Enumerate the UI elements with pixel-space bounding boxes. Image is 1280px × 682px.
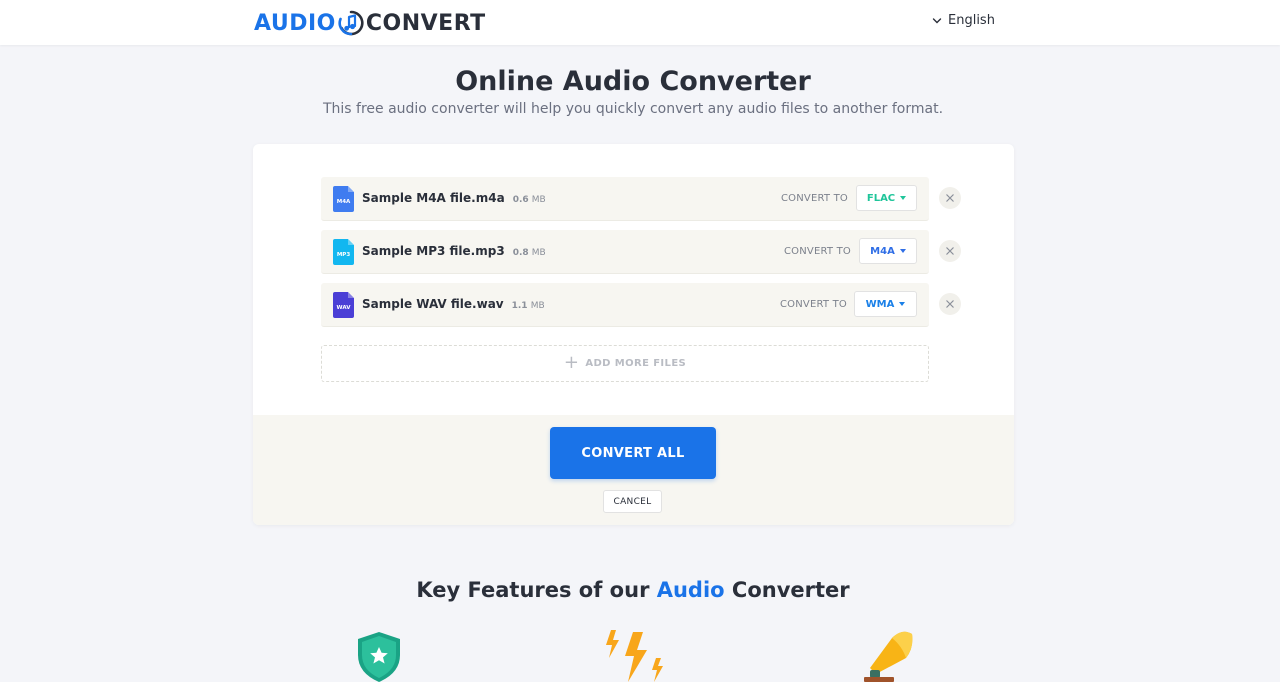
file-size-value: 0.8	[512, 248, 529, 258]
file-size: 0.6 MB	[513, 195, 546, 205]
file-name: Sample MP3 file.mp3 0.8 MB	[362, 244, 546, 258]
page-title: Online Audio Converter	[455, 66, 811, 97]
m4a-file-icon: M4A	[333, 186, 354, 212]
format-value: WMA	[865, 298, 895, 310]
features-title-post: Converter	[731, 578, 850, 602]
convert-to-label: CONVERT TO	[780, 299, 847, 310]
wav-file-icon: WAV	[333, 292, 354, 318]
file-row: M4A Sample M4A file.m4a 0.6 MB CONVERT TO…	[321, 177, 929, 221]
logo-text-convert: CONVERT	[365, 10, 486, 36]
file-size-value: 0.6	[512, 195, 529, 205]
file-name: Sample WAV file.wav 1.1 MB	[362, 297, 545, 311]
features-title: Key Features of our Audio Converter	[0, 578, 1266, 602]
file-size: 0.8 MB	[513, 248, 546, 258]
file-size-value: 1.1	[511, 301, 528, 311]
caret-down-icon	[900, 196, 907, 200]
cancel-button[interactable]: CANCEL	[603, 490, 662, 513]
remove-file-button[interactable]	[939, 293, 961, 315]
file-size-unit: MB	[531, 248, 546, 258]
format-dropdown[interactable]: FLAC	[856, 185, 917, 211]
format-dropdown[interactable]: M4A	[859, 238, 917, 264]
remove-file-button[interactable]	[939, 187, 961, 209]
close-icon	[946, 247, 954, 255]
file-icon-label: MP3	[337, 252, 351, 258]
language-selector[interactable]: English	[932, 13, 995, 28]
format-value: M4A	[870, 245, 895, 257]
file-name: Sample M4A file.m4a 0.6 MB	[362, 191, 546, 205]
file-icon-label: M4A	[337, 199, 351, 205]
caret-down-icon	[899, 302, 906, 306]
convert-to-label: CONVERT TO	[781, 193, 848, 204]
lightning-icon	[606, 630, 663, 682]
convert-to-label: CONVERT TO	[784, 246, 851, 257]
file-row: MP3 Sample MP3 file.mp3 0.8 MB CONVERT TO…	[321, 230, 929, 274]
file-name-text: Sample M4A file.m4a	[362, 191, 505, 205]
file-name-text: Sample MP3 file.mp3	[362, 244, 505, 258]
logo-text-audio: AUDIO	[254, 10, 336, 36]
file-size-unit: MB	[531, 195, 546, 205]
site-header: AUDIO CONVERT English	[0, 0, 1280, 45]
add-more-files-button[interactable]: + ADD MORE FILES	[321, 345, 929, 382]
file-size-unit: MB	[530, 301, 545, 311]
add-more-files-label: ADD MORE FILES	[585, 358, 687, 369]
format-dropdown[interactable]: WMA	[854, 291, 917, 317]
convert-all-button[interactable]: CONVERT ALL	[550, 427, 716, 479]
file-size: 1.1 MB	[512, 301, 545, 311]
logo-note-icon	[338, 10, 364, 36]
plus-icon: +	[563, 351, 580, 373]
mp3-file-icon: MP3	[333, 239, 354, 265]
close-icon	[946, 194, 954, 202]
features-title-accent: Audio	[656, 578, 725, 602]
format-value: FLAC	[866, 192, 896, 204]
close-icon	[946, 300, 954, 308]
caret-down-icon	[899, 249, 906, 253]
remove-file-button[interactable]	[939, 240, 961, 262]
site-logo[interactable]: AUDIO CONVERT	[254, 7, 486, 39]
gramophone-icon	[864, 631, 913, 682]
file-icon-label: WAV	[337, 305, 352, 311]
features-title-pre: Key Features of our	[416, 578, 650, 602]
language-label: English	[948, 13, 995, 28]
shield-star-icon	[358, 632, 400, 682]
chevron-down-icon	[932, 17, 942, 23]
page-subtitle: This free audio converter will help you …	[322, 101, 944, 117]
file-row: WAV Sample WAV file.wav 1.1 MB CONVERT TO…	[321, 283, 929, 327]
file-name-text: Sample WAV file.wav	[362, 297, 504, 311]
converter-card: M4A Sample M4A file.m4a 0.6 MB CONVERT TO…	[253, 144, 1014, 525]
